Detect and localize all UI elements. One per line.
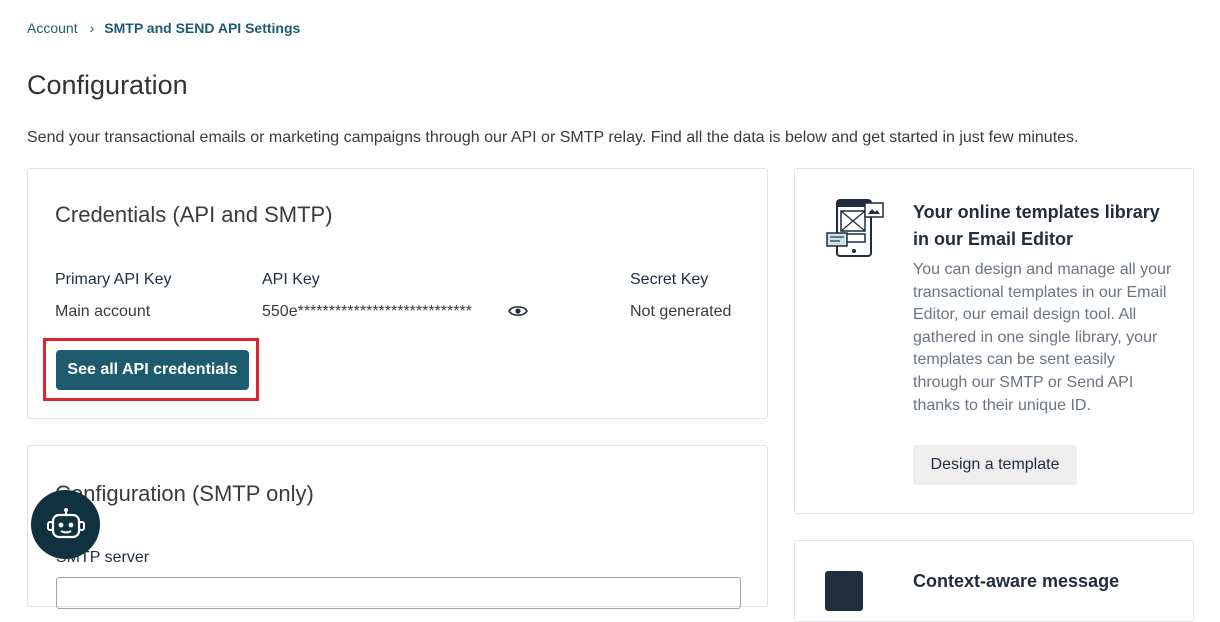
primary-api-key-header: Primary API Key: [55, 271, 172, 288]
context-card: Context-aware message: [794, 540, 1194, 622]
templates-card: Your online templates library in our Ema…: [794, 168, 1194, 514]
robot-icon: [46, 507, 85, 538]
phone-icon: [825, 571, 863, 611]
primary-api-key-value: Main account: [55, 303, 151, 320]
design-template-button[interactable]: Design a template: [913, 445, 1077, 485]
smtp-server-field[interactable]: [56, 577, 741, 609]
credentials-card: Credentials (API and SMTP) Primary API K…: [27, 168, 768, 419]
breadcrumb-current: SMTP and SEND API Settings: [104, 20, 301, 36]
breadcrumb: Account › SMTP and SEND API Settings: [27, 20, 300, 36]
smtp-config-card: Configuration (SMTP only) SMTP server: [27, 445, 768, 609]
context-title: Context-aware message: [913, 571, 1120, 591]
templates-description: You can design and manage all your trans…: [913, 261, 1172, 414]
api-key-value: 550e****************************: [262, 303, 472, 320]
page-title: Configuration: [27, 70, 188, 100]
template-phone-icon: [826, 199, 884, 257]
secret-key-value: Not generated: [630, 303, 732, 320]
highlight-box: [43, 338, 259, 401]
smtp-config-title: Configuration (SMTP only): [55, 481, 314, 506]
breadcrumb-account-link[interactable]: Account: [27, 20, 78, 36]
credentials-title: Credentials (API and SMTP): [55, 202, 333, 227]
eye-icon[interactable]: [508, 304, 528, 318]
chevron-right-icon: ›: [89, 20, 95, 36]
api-key-header: API Key: [262, 271, 320, 288]
secret-key-header: Secret Key: [630, 271, 709, 288]
chatbot-button[interactable]: [31, 490, 100, 559]
page-intro: Send your transactional emails or market…: [27, 129, 1079, 146]
templates-title: Your online templates library in our Ema…: [913, 202, 1160, 249]
